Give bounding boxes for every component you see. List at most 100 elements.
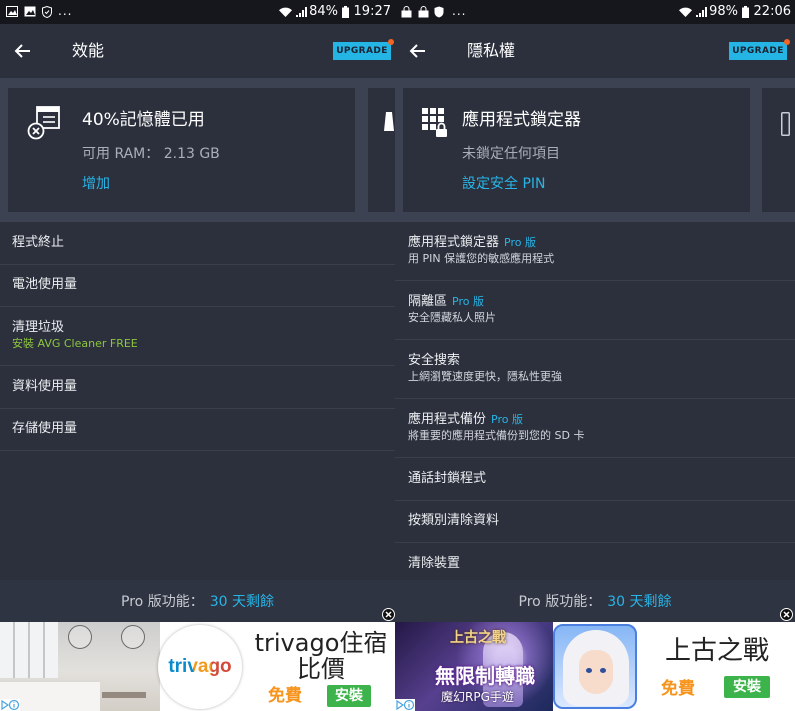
list-item-title: 清除裝置 xyxy=(408,555,461,571)
privacy-screen: ... 98% 22:06 隱私權 UPGRADE 應用程式鎖定器 未鎖定任何項… xyxy=(395,0,795,711)
battery-icon xyxy=(342,6,349,18)
list-item-photo-vault[interactable]: 隔離區 Pro 版 安全隱藏私人照片 xyxy=(395,281,795,340)
upgrade-label: UPGRADE xyxy=(732,46,784,56)
ad-price: 免費 xyxy=(268,686,302,706)
list-item-title-row: 隔離區 Pro 版 xyxy=(408,294,795,310)
list-item-data-usage[interactable]: 資料使用量 xyxy=(0,366,395,409)
next-card-peek[interactable] xyxy=(368,88,395,212)
list-item-junk-cleaner[interactable]: 清理垃圾 安裝 AVG Cleaner FREE xyxy=(0,307,395,366)
pro-trial-label: Pro 版功能： xyxy=(518,594,602,610)
adchoices-icon[interactable] xyxy=(0,699,20,711)
app-icon-face xyxy=(579,650,613,694)
ad-room-photo xyxy=(0,622,160,711)
feature-list: 程式終止 電池使用量 清理垃圾 安裝 AVG Cleaner FREE 資料使用… xyxy=(0,222,395,451)
image-icon xyxy=(24,6,36,17)
signal-icon xyxy=(696,7,707,17)
list-item-title: 安全搜索 xyxy=(408,353,461,368)
ad-title-line2: 比價 xyxy=(297,655,345,683)
pro-trial-bar[interactable]: Pro 版功能： 30 天剩餘 xyxy=(395,580,795,622)
app-icon-eye xyxy=(586,668,592,673)
ad-price: 免費 xyxy=(661,679,695,699)
boost-link[interactable]: 增加 xyxy=(82,173,110,195)
ad-title-line1: trivago住宿 xyxy=(254,629,388,657)
list-item-app-killer[interactable]: 程式終止 xyxy=(0,222,395,265)
ad-game-art: 上古之戰 無限制轉職 魔幻RPG手遊 xyxy=(395,622,553,711)
gallery-icon xyxy=(6,6,18,17)
performance-screen: ... 84% 19:27 效能 UPGRADE 40%記憶體已用 可用 RAM… xyxy=(0,0,395,711)
pro-trial-remaining: 30 天剩餘 xyxy=(209,594,274,610)
app-icon-eye xyxy=(600,668,606,673)
list-item-title: 應用程式鎖定器 xyxy=(408,235,500,250)
upgrade-button[interactable]: UPGRADE xyxy=(333,39,394,60)
app-lock-grid-icon xyxy=(422,108,450,138)
list-item-subtitle: 安全隱藏私人照片 xyxy=(408,311,496,324)
ad-install-button[interactable]: 安裝 xyxy=(327,685,371,707)
pro-trial-remaining: 30 天剩餘 xyxy=(607,594,672,610)
back-arrow-icon[interactable] xyxy=(13,43,31,59)
more-notifications-indicator: ... xyxy=(452,4,467,18)
app-bar: 效能 UPGRADE xyxy=(0,24,395,78)
list-item-call-blocker[interactable]: 通話封鎖程式 xyxy=(395,458,795,501)
card-carousel: 應用程式鎖定器 未鎖定任何項目 設定安全 PIN xyxy=(395,78,795,222)
trivago-logo: trivago xyxy=(158,625,242,709)
signal-icon xyxy=(296,7,307,17)
game-art-logo: 上古之戰 xyxy=(450,630,506,646)
battery-percentage: 84% xyxy=(309,4,338,19)
adchoices-icon[interactable] xyxy=(395,699,415,711)
memory-icon xyxy=(27,106,61,140)
app-lock-card: 應用程式鎖定器 未鎖定任何項目 設定安全 PIN xyxy=(403,88,750,212)
card-subtitle: 未鎖定任何項目 xyxy=(462,146,560,162)
ad-install-button[interactable]: 安裝 xyxy=(724,676,770,698)
list-item-clear-data-by-category[interactable]: 按類別清除資料 xyxy=(395,501,795,543)
wifi-icon xyxy=(279,7,292,17)
feature-list: 應用程式鎖定器 Pro 版 用 PIN 保護您的敏感應用程式 隔離區 Pro 版 安… xyxy=(395,222,795,586)
app-bar: 隱私權 UPGRADE xyxy=(395,24,795,78)
list-item-app-backup[interactable]: 應用程式備份 Pro 版 將重要的應用程式備份到您的 SD 卡 xyxy=(395,399,795,458)
list-item-title: 資料使用量 xyxy=(12,378,78,394)
more-notifications-indicator: ... xyxy=(58,4,73,18)
list-item-title: 隔離區 xyxy=(408,294,448,309)
shield-icon xyxy=(434,6,444,18)
battery-percentage: 98% xyxy=(709,4,738,19)
status-bar: ... 84% 19:27 xyxy=(0,0,395,24)
page-title: 隱私權 xyxy=(467,41,516,60)
back-arrow-icon[interactable] xyxy=(408,43,426,59)
list-item-storage-usage[interactable]: 存儲使用量 xyxy=(0,409,395,451)
list-item-subtitle: 將重要的應用程式備份到您的 SD 卡 xyxy=(408,429,585,442)
photo-lamp xyxy=(121,625,145,649)
clock: 19:27 xyxy=(353,4,391,19)
upgrade-button[interactable]: UPGRADE xyxy=(729,39,790,60)
ad-banner[interactable]: trivago trivago住宿 比價 免費 安裝 xyxy=(0,622,395,711)
ad-banner[interactable]: 上古之戰 無限制轉職 魔幻RPG手遊 上古之戰 免費 安裝 xyxy=(395,622,795,711)
next-card-peek[interactable] xyxy=(762,88,795,212)
card-carousel: 40%記憶體已用 可用 RAM： 2.13 GB 增加 xyxy=(0,78,395,222)
notification-dot xyxy=(784,39,790,45)
list-item-battery-usage[interactable]: 電池使用量 xyxy=(0,265,395,307)
set-pin-link[interactable]: 設定安全 PIN xyxy=(462,173,546,195)
battery-icon xyxy=(742,6,749,18)
game-app-icon xyxy=(553,624,637,709)
notification-dot xyxy=(388,39,394,45)
close-ad-icon[interactable] xyxy=(780,608,793,621)
list-item-title: 通話封鎖程式 xyxy=(408,470,487,486)
list-item-subtitle: 用 PIN 保護您的敏感應用程式 xyxy=(408,252,555,265)
pro-tag: Pro 版 xyxy=(491,413,523,426)
upgrade-label: UPGRADE xyxy=(336,46,388,56)
trivago-logo-text: trivago xyxy=(168,656,232,677)
list-item-subtitle: 上網瀏覽速度更快，隱私性更強 xyxy=(408,370,562,383)
list-item-app-locker[interactable]: 應用程式鎖定器 Pro 版 用 PIN 保護您的敏感應用程式 xyxy=(395,222,795,281)
pro-trial-bar[interactable]: Pro 版功能： 30 天剩餘 xyxy=(0,580,395,622)
next-card-icon xyxy=(384,112,394,131)
close-ad-icon[interactable] xyxy=(382,608,395,621)
next-card-icon xyxy=(781,112,790,136)
list-item-title: 按類別清除資料 xyxy=(408,513,500,529)
list-item-title: 電池使用量 xyxy=(12,277,78,293)
list-item-title-row: 應用程式鎖定器 Pro 版 xyxy=(408,235,795,251)
list-item-title: 程式終止 xyxy=(12,234,65,250)
photo-table xyxy=(102,692,146,698)
ad-title: 上古之戰 xyxy=(664,636,769,666)
lock-bag-icon xyxy=(401,6,412,18)
list-item-secure-search[interactable]: 安全搜索 上網瀏覽速度更快，隱私性更強 xyxy=(395,340,795,399)
photo-window xyxy=(0,622,58,678)
photo-lamp xyxy=(68,625,92,649)
